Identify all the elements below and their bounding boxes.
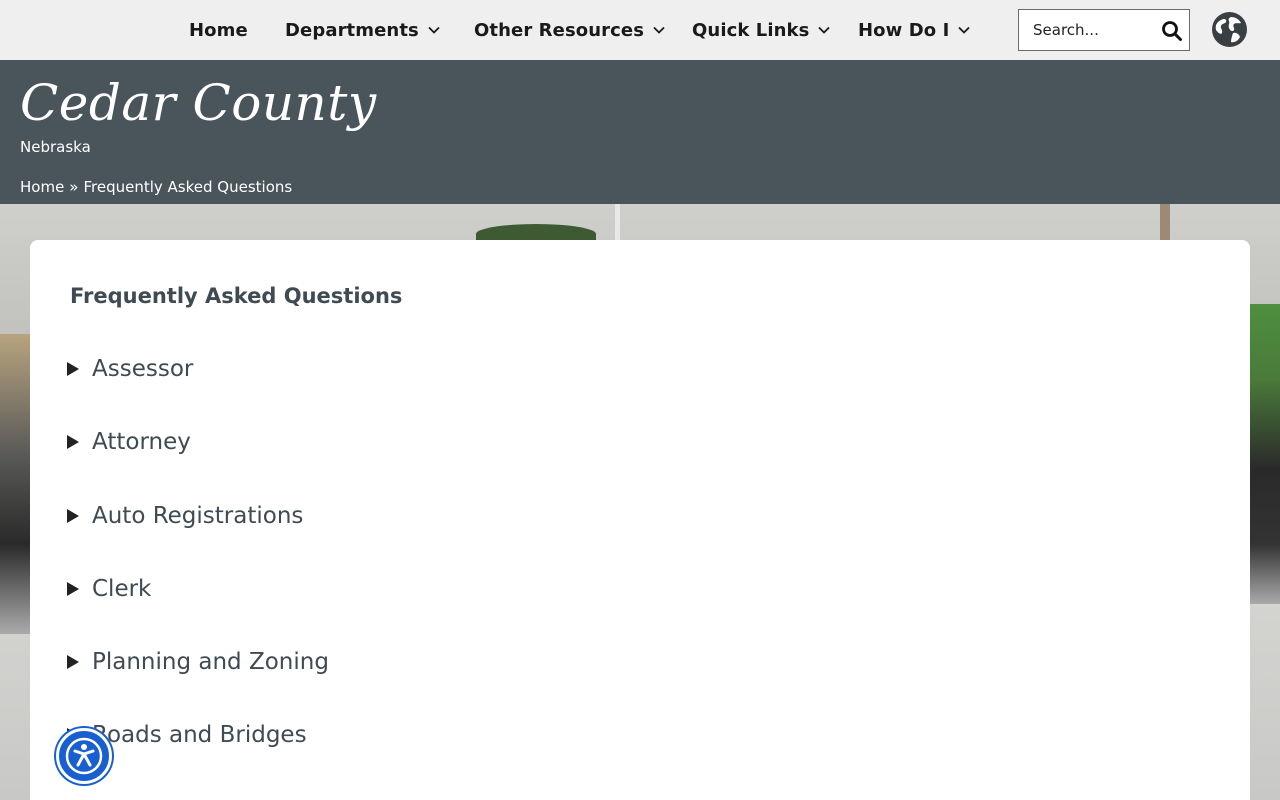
- accessibility-button[interactable]: [56, 728, 112, 784]
- faq-item-clerk[interactable]: Clerk: [66, 569, 151, 609]
- faq-item-label: Clerk: [92, 576, 152, 602]
- expand-arrow-icon: [67, 509, 79, 523]
- expand-arrow-icon: [67, 655, 79, 669]
- nav-quick-links[interactable]: Quick Links: [692, 0, 831, 60]
- nav-how-do-i-label: How Do I: [858, 19, 950, 41]
- breadcrumb: Home » Frequently Asked Questions: [20, 178, 292, 196]
- site-subtitle: Nebraska: [20, 138, 91, 156]
- chevron-down-icon: [653, 26, 665, 34]
- nav-other-resources[interactable]: Other Resources: [474, 0, 666, 60]
- nav-home-label: Home: [189, 19, 248, 41]
- top-navigation: Home Departments Other Resources Quick L…: [0, 0, 1280, 60]
- faq-item-attorney[interactable]: Attorney: [66, 422, 191, 462]
- chevron-down-icon: [428, 26, 440, 34]
- expand-arrow-icon: [67, 435, 79, 449]
- site-title[interactable]: Cedar County: [20, 74, 377, 132]
- nav-home[interactable]: Home: [189, 0, 248, 60]
- photo-right-edge: [1250, 304, 1280, 604]
- nav-quick-links-label: Quick Links: [692, 19, 810, 41]
- chevron-down-icon: [958, 26, 971, 34]
- content-card: Frequently Asked Questions Assessor Atto…: [30, 240, 1250, 800]
- photo-left-edge: [0, 334, 30, 634]
- chevron-down-icon: [818, 26, 831, 34]
- faq-item-planning-and-zoning[interactable]: Planning and Zoning: [66, 642, 329, 682]
- page-title: Frequently Asked Questions: [70, 284, 403, 308]
- nav-departments-label: Departments: [285, 19, 419, 41]
- faq-item-label: Attorney: [92, 429, 191, 455]
- accessibility-icon: [65, 737, 103, 775]
- breadcrumb-current: Frequently Asked Questions: [83, 178, 293, 196]
- search-icon[interactable]: [1161, 20, 1183, 42]
- faq-item-label: Roads and Bridges: [92, 722, 307, 748]
- faq-item-assessor[interactable]: Assessor: [66, 349, 193, 389]
- nav-other-resources-label: Other Resources: [474, 19, 645, 41]
- pole-shape: [1160, 204, 1170, 244]
- faq-item-label: Planning and Zoning: [92, 649, 329, 675]
- nav-departments[interactable]: Departments: [285, 0, 441, 60]
- faq-item-label: Auto Registrations: [92, 503, 304, 529]
- pole-shape: [615, 204, 620, 244]
- globe-icon[interactable]: [1211, 11, 1248, 48]
- breadcrumb-home-link[interactable]: Home: [20, 178, 64, 196]
- faq-item-auto-registrations[interactable]: Auto Registrations: [66, 496, 303, 536]
- expand-arrow-icon: [67, 362, 79, 376]
- expand-arrow-icon: [67, 582, 79, 596]
- site-header: Cedar County Nebraska Home » Frequently …: [0, 60, 1280, 204]
- search-input[interactable]: [1019, 21, 1154, 39]
- search-box: [1018, 9, 1190, 51]
- faq-item-label: Assessor: [92, 356, 194, 382]
- nav-how-do-i[interactable]: How Do I: [858, 0, 971, 60]
- breadcrumb-separator: »: [69, 178, 79, 196]
